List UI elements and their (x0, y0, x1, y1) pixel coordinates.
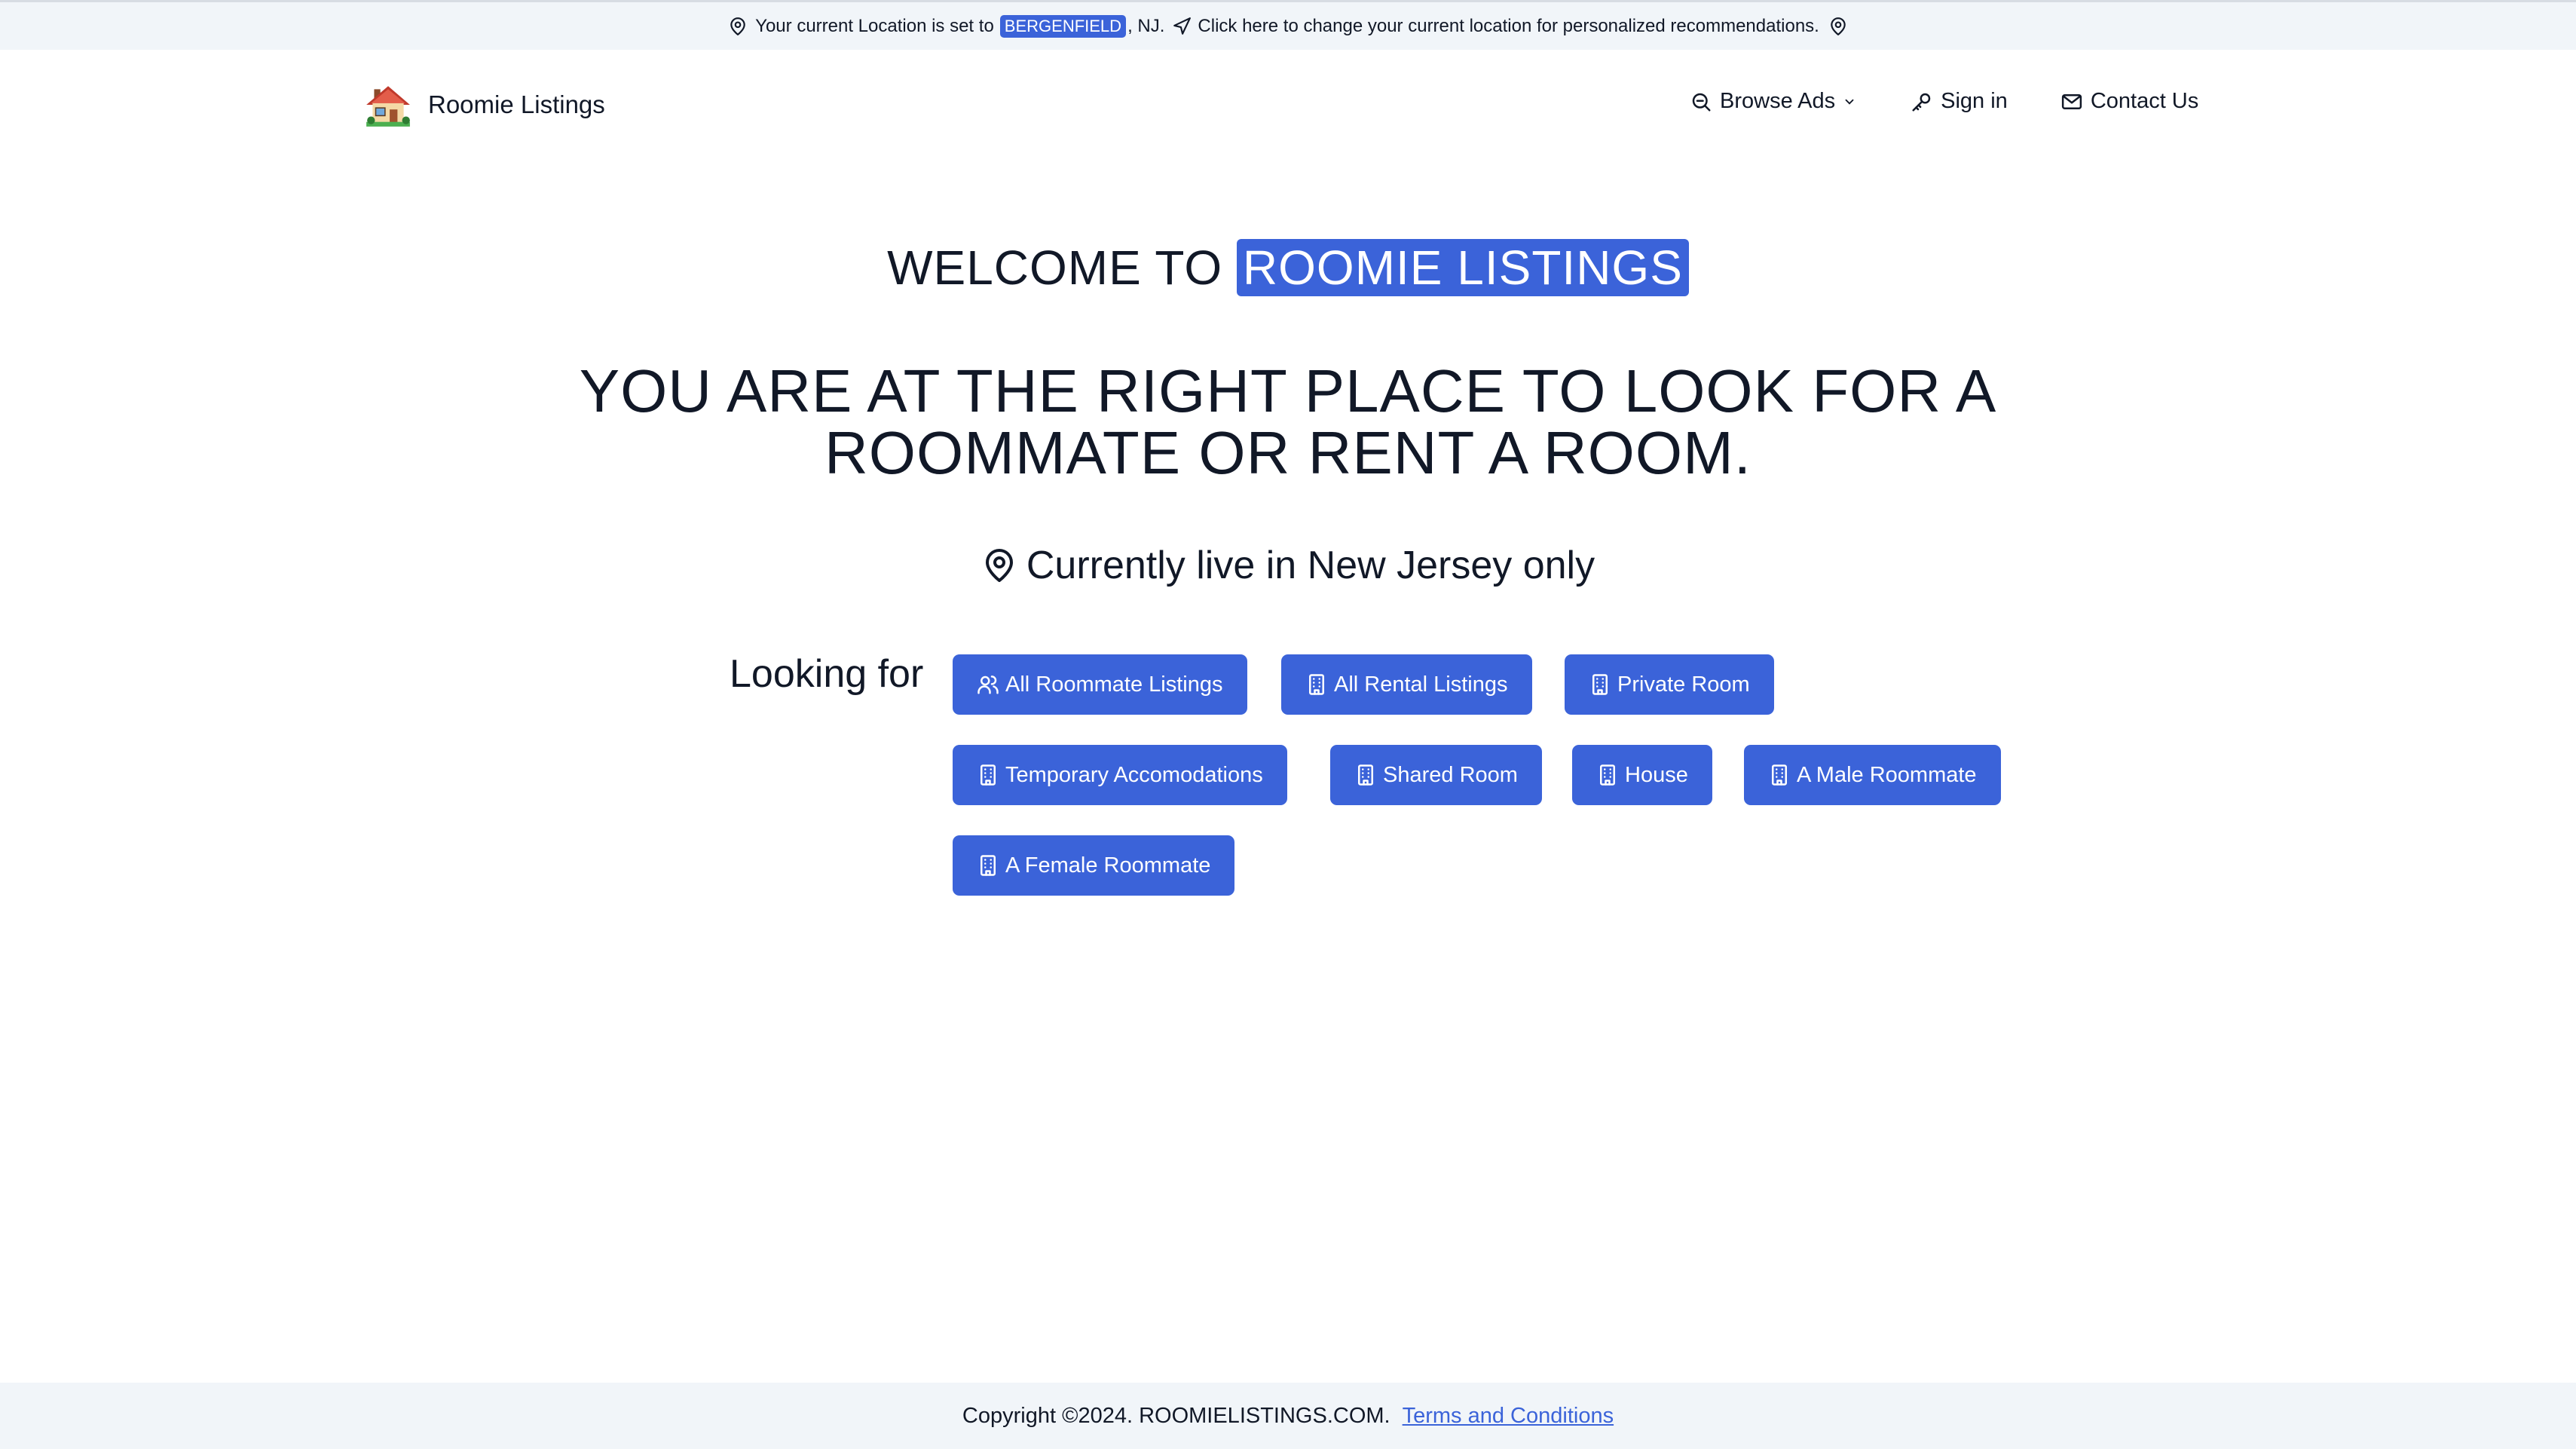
building-icon (1309, 674, 1324, 695)
search-icon (1692, 93, 1711, 111)
map-pin-icon (730, 17, 745, 35)
shared-room-button[interactable]: Shared Room (1330, 745, 1542, 805)
building-icon (1592, 674, 1608, 695)
all-roommate-listings-button[interactable]: All Roommate Listings (953, 654, 1247, 715)
coverage-notice: Currently live in New Jersey only (0, 543, 2576, 588)
house-button[interactable]: House (1572, 745, 1712, 805)
female-roommate-button[interactable]: A Female Roommate (953, 835, 1235, 896)
sign-in-link[interactable]: Sign in (1911, 89, 2008, 114)
change-location-link[interactable]: Click here to change your current locati… (1198, 16, 1819, 37)
users-icon (977, 675, 999, 694)
copyright-text: Copyright ©2024. ROOMIELISTINGS.COM. (962, 1403, 1390, 1428)
building-icon (981, 764, 996, 786)
sign-in-label: Sign in (1941, 89, 2008, 113)
browse-ads-label: Browse Ads (1720, 89, 1836, 113)
welcome-highlight: ROOMIE LISTINGS (1236, 239, 1689, 296)
button-label: A Male Roommate (1797, 762, 1977, 787)
map-pin-icon (985, 549, 1013, 582)
building-icon (981, 855, 996, 876)
brand-name: Roomie Listings (428, 90, 605, 118)
building-icon (1772, 764, 1787, 786)
male-roommate-button[interactable]: A Male Roommate (1744, 745, 2001, 805)
button-label: A Female Roommate (1005, 853, 1211, 878)
house-logo-icon (366, 86, 410, 127)
state-suffix: , NJ. (1127, 15, 1165, 36)
welcome-prefix: WELCOME TO (887, 240, 1223, 295)
main-nav: Browse Ads Sign in Contact Us (1690, 89, 2198, 114)
all-rental-listings-button[interactable]: All Rental Listings (1281, 654, 1532, 715)
welcome-heading: WELCOME TO ROOMIE LISTINGS (0, 239, 2576, 296)
site-header: Roomie Listings Browse Ads Sign in Conta… (0, 50, 2576, 161)
site-footer: Copyright ©2024. ROOMIELISTINGS.COM. Ter… (0, 1383, 2576, 1449)
mail-icon (2061, 93, 2082, 109)
headline-line-1: YOU ARE AT THE RIGHT PLACE TO LOOK FOR A (579, 357, 1997, 424)
location-banner: Your current Location is set to BERGENFI… (0, 0, 2576, 50)
current-city-badge: BERGENFIELD (999, 14, 1127, 38)
headline-line-2: ROOMMATE OR RENT A ROOM. (824, 419, 1751, 486)
button-label: Private Room (1617, 672, 1750, 697)
building-icon (1358, 764, 1373, 786)
hero-headline: YOU ARE AT THE RIGHT PLACE TO LOOK FOR A… (0, 360, 2576, 484)
brand-link[interactable]: Roomie Listings (363, 80, 605, 130)
building-icon (1600, 764, 1615, 786)
key-icon (1912, 93, 1931, 111)
banner-prefix: Your current Location is set to (755, 15, 994, 36)
contact-us-label: Contact Us (2090, 89, 2199, 113)
coverage-text: Currently live in New Jersey only (1026, 544, 1595, 587)
contact-us-link[interactable]: Contact Us (2060, 89, 2198, 114)
map-pin-icon[interactable] (1828, 17, 1848, 36)
button-label: All Roommate Listings (1005, 672, 1223, 697)
button-label: Shared Room (1383, 762, 1518, 787)
chevron-down-icon (1845, 99, 1854, 105)
navigation-arrow-icon[interactable] (1172, 17, 1192, 36)
looking-for-label: Looking for (730, 652, 924, 696)
browse-ads-dropdown[interactable]: Browse Ads (1690, 89, 1856, 114)
button-label: All Rental Listings (1334, 672, 1508, 697)
private-room-button[interactable]: Private Room (1565, 654, 1774, 715)
button-label: House (1625, 762, 1688, 787)
terms-link[interactable]: Terms and Conditions (1403, 1404, 1614, 1429)
button-label: Temporary Accomodations (1005, 762, 1263, 787)
temporary-accomodations-button[interactable]: Temporary Accomodations (953, 745, 1287, 805)
